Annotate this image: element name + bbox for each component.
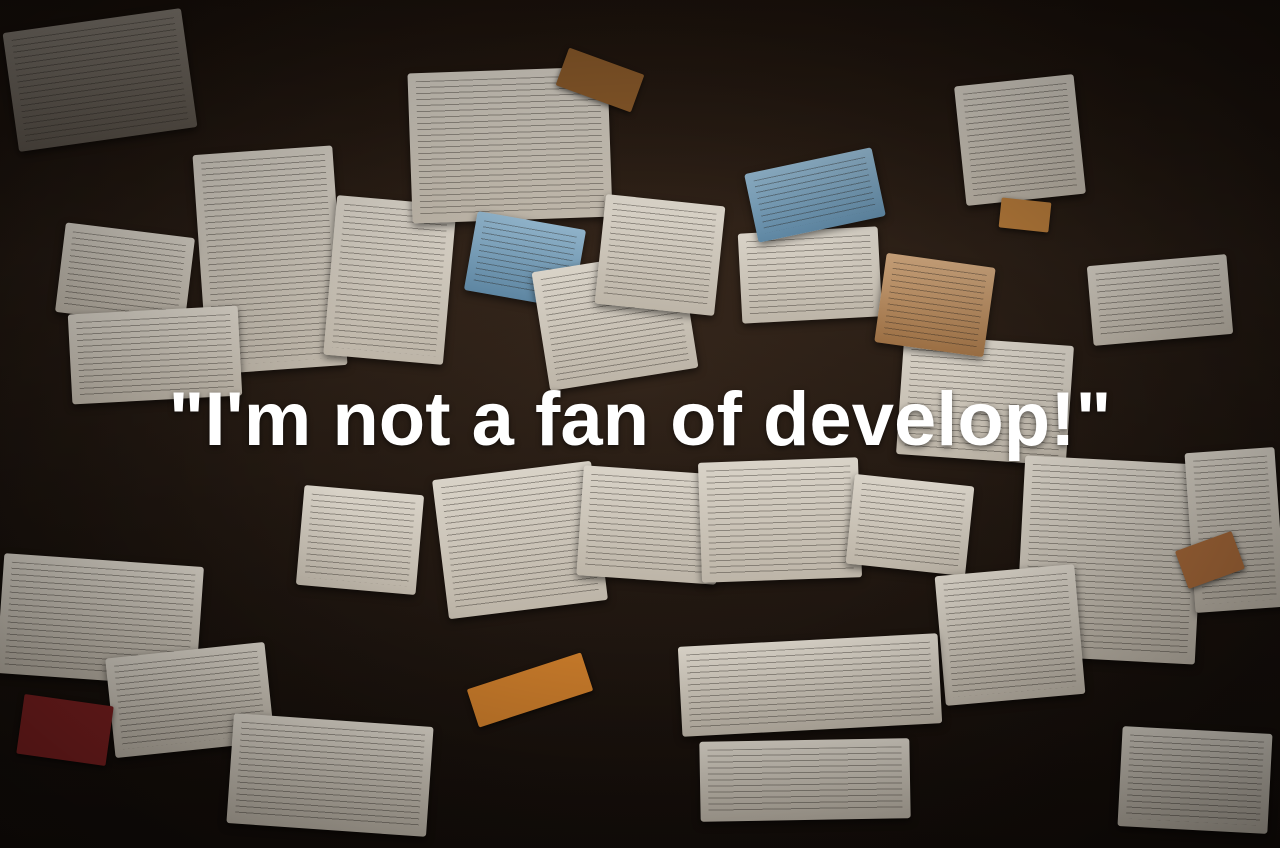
paper-sheet	[1184, 447, 1280, 613]
paper-sheet	[845, 473, 975, 577]
paper-sheet	[697, 457, 863, 583]
paper-sheet	[954, 74, 1086, 206]
background-image: "I'm not a fan of develop!"	[0, 0, 1280, 848]
book	[16, 694, 114, 766]
paper-sheet	[677, 633, 943, 737]
paper-sheet	[1117, 726, 1273, 834]
paper-sheet	[295, 484, 425, 596]
quote-caption: "I'm not a fan of develop!"	[168, 377, 1112, 462]
paper-sheet	[1086, 254, 1234, 346]
paper-sheet	[934, 564, 1086, 706]
paper-sheet	[874, 252, 996, 358]
paper-sheet	[226, 713, 434, 837]
paper-sheet	[2, 8, 198, 152]
book	[998, 197, 1052, 233]
paper-sheet	[699, 738, 911, 822]
book	[466, 652, 594, 728]
paper-sheet	[594, 194, 726, 316]
